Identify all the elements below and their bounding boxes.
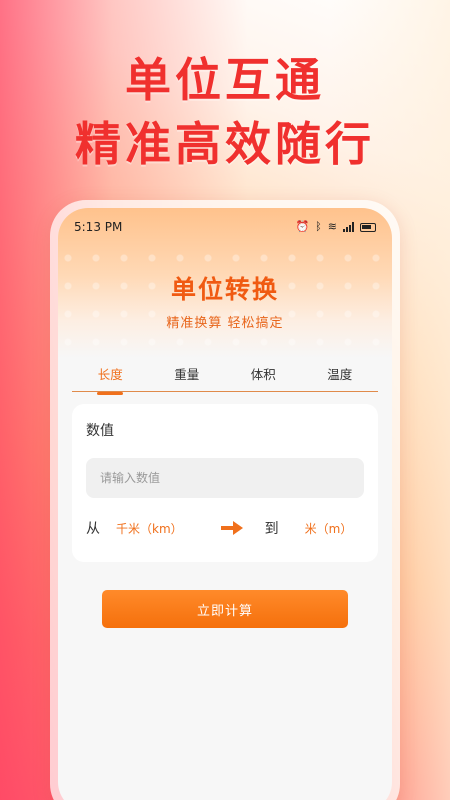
value-input[interactable] <box>86 458 364 498</box>
promo-line-1: 单位互通 <box>125 53 325 107</box>
signal-icon <box>343 222 354 232</box>
arrow-right-icon <box>220 521 243 535</box>
bluetooth-icon: ᛒ <box>315 220 322 233</box>
alarm-icon: ⏰ <box>295 220 310 233</box>
conversion-card: 数值 从 千米（km） 到 米（m） <box>72 404 378 562</box>
app-title: 单位转换 <box>170 275 279 304</box>
status-bar: 5:13 PM ⏰ ᛒ ≋ <box>74 218 376 236</box>
status-icons: ⏰ ᛒ ≋ <box>295 221 376 233</box>
conversion-row: 从 千米（km） 到 米（m） <box>86 516 364 540</box>
wifi-icon: ≋ <box>327 220 337 233</box>
promo-headline: 单位互通 精准高效随行 <box>0 48 450 176</box>
tab-temperature[interactable]: 温度 <box>327 360 352 383</box>
tab-length[interactable]: 长度 <box>98 360 123 383</box>
calculate-button[interactable]: 立即计算 <box>102 590 348 628</box>
phone-frame: 5:13 PM ⏰ ᛒ ≋ 单位转换 精准换算 轻松搞定 长度 重量 体积 温度… <box>50 200 400 800</box>
value-label: 数值 <box>86 423 114 439</box>
from-unit-selector[interactable]: 千米（km） <box>116 520 183 537</box>
status-time: 5:13 PM <box>74 220 123 234</box>
battery-icon <box>360 222 376 232</box>
tab-weight[interactable]: 重量 <box>174 360 199 383</box>
to-unit-selector[interactable]: 米（m） <box>305 520 353 537</box>
tab-volume[interactable]: 体积 <box>251 360 276 383</box>
app-subtitle: 精准换算 轻松搞定 <box>166 316 284 331</box>
to-label: 到 <box>264 521 279 537</box>
app-screen: 5:13 PM ⏰ ᛒ ≋ 单位转换 精准换算 轻松搞定 长度 重量 体积 温度… <box>58 208 392 800</box>
from-label: 从 <box>86 521 100 537</box>
category-tabs: 长度 重量 体积 温度 <box>72 360 378 392</box>
promo-line-2: 精准高效随行 <box>75 117 375 171</box>
